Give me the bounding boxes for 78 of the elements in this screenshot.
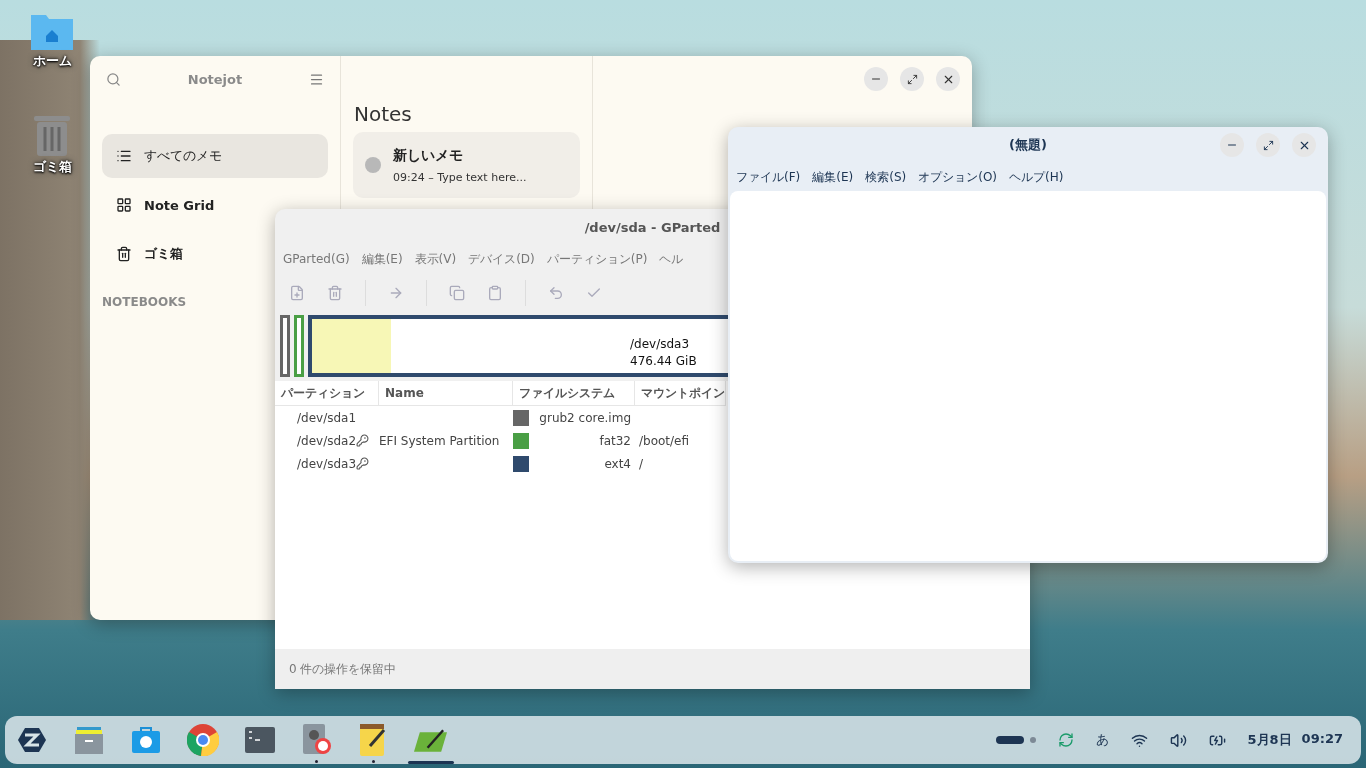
sidebar-item[interactable]: すべてのメモ [102,134,328,178]
leaf-icon[interactable] [414,728,447,752]
column-header[interactable]: マウントポイン [635,381,726,406]
menu-item[interactable]: GParted(G) [277,252,356,266]
file-cabinet-icon[interactable] [73,725,104,755]
table-cell: /dev/sda2 [297,433,357,448]
table-cell: /dev/sda1 [297,410,357,425]
sync-icon[interactable] [1057,732,1074,748]
grid-icon [116,197,132,213]
table-cell: /boot/efi [639,433,690,448]
menu-item[interactable]: ファイル(F) [730,168,807,186]
partition-segment[interactable] [280,315,290,377]
close-button[interactable] [1292,133,1316,157]
section-heading: NOTEBOOKS [102,295,188,309]
minimize-button[interactable] [1220,133,1244,157]
app-title: Notejot [187,71,243,87]
undo-icon[interactable] [548,285,564,301]
partition-segment[interactable]: /dev/sda3 476.44 GiB [308,315,728,377]
table-cell: grub2 core.img [539,410,631,425]
menu-item[interactable]: ヘル [653,250,690,268]
search-icon[interactable] [106,71,121,87]
maximize-button[interactable] [900,67,924,91]
table-cell: /dev/sda3 [297,456,357,471]
status-bar: 0 件の操作を保留中 [275,649,1030,689]
sidebar-item[interactable]: Note Grid [102,183,229,227]
menu-item[interactable]: 検索(S) [859,168,913,186]
menu-icon[interactable] [309,71,324,87]
maximize-button[interactable] [1256,133,1280,157]
shopping-bag-icon[interactable] [130,725,161,755]
list-icon [116,148,132,164]
menu-item[interactable]: 表示(V) [408,250,463,268]
menu-item[interactable]: デバイス(D) [462,250,541,268]
notes-heading: Notes [354,102,413,126]
sidebar-item[interactable]: ゴミ箱 [102,232,197,276]
clock-text[interactable]: 09:27 [1301,731,1343,749]
copy-icon[interactable] [449,285,465,301]
menu-item[interactable]: ヘルプ(H) [1003,168,1070,186]
disk-icon[interactable] [300,724,333,756]
maximize-icon [1262,139,1274,151]
date-text[interactable]: 5月8日 [1247,731,1292,749]
note-dot [365,157,381,173]
column-header[interactable]: ファイルシステム [513,381,635,406]
note-card[interactable]: 新しいメモ 09:24 – Type text here... [353,132,580,198]
menu-item[interactable]: 編集(E) [355,250,409,268]
note-title: 新しいメモ [393,146,464,165]
partition-label: /dev/sda3 476.44 GiB [630,336,697,370]
terminal-icon[interactable] [244,727,275,753]
table-cell: ext4 [604,456,631,471]
workspace-indicator[interactable] [995,736,1024,744]
window-title: (無題) [1009,136,1047,154]
delete-icon[interactable] [327,285,343,301]
column-header[interactable]: パーティション [275,381,379,406]
column-header[interactable]: Name [379,381,513,406]
logo-icon[interactable] [17,727,46,753]
menu-item[interactable]: 編集(E) [806,168,860,186]
volume-icon[interactable] [1169,731,1187,749]
table-cell: / [639,456,644,471]
arrow-icon[interactable] [388,285,404,301]
trash-icon [116,246,132,262]
minimize-button[interactable] [864,67,888,91]
table-cell: fat32 [599,433,631,448]
desktop-icon-label[interactable]: ホーム [32,52,72,70]
browser-icon[interactable] [186,724,219,756]
maximize-icon [906,73,918,85]
window-title: /dev/sda - GParted [584,219,721,235]
menu-item[interactable]: パーティション(P) [540,250,654,268]
input-method[interactable]: あ [1095,731,1109,749]
home-folder-icon[interactable] [31,12,73,50]
paste-icon[interactable] [487,285,503,301]
close-button[interactable] [936,67,960,91]
new-file-icon[interactable] [289,285,305,301]
menu-item[interactable]: オプション(O) [912,168,1003,186]
table-cell: EFI System Partition [379,433,500,448]
note-preview: 09:24 – Type text here... [393,170,527,184]
desktop-icon-label[interactable]: ゴミ箱 [32,158,72,176]
partition-segment[interactable] [294,315,304,377]
trash-icon[interactable] [34,114,70,156]
notepad-icon[interactable] [359,724,388,756]
